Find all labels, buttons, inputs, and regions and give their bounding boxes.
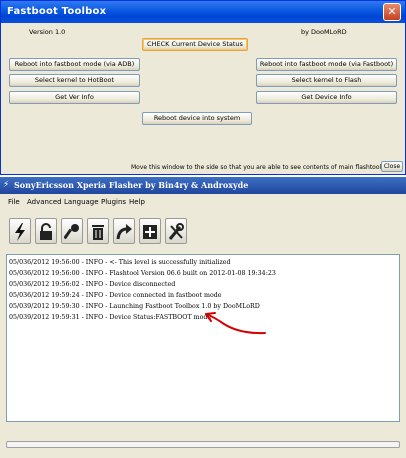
tools-button[interactable]: [165, 218, 187, 244]
menu-help[interactable]: Help: [129, 198, 145, 206]
trash-button[interactable]: [87, 218, 109, 244]
unlock-icon: [40, 223, 52, 240]
flash-app-icon: ⚡: [3, 180, 10, 190]
log-line: 05/036/2012 19:59:24 - INFO - Device con…: [9, 292, 222, 299]
key-button[interactable]: [61, 218, 83, 244]
version-label: Version 1.0: [29, 28, 66, 36]
menu-language[interactable]: Language: [64, 198, 99, 206]
log-line: 05/036/2012 19:56:00 - INFO - Flashtool …: [9, 270, 276, 277]
fastboot-toolbox-window: Fastboot Toolbox ✕ Version 1.0 by DooMLo…: [0, 0, 406, 175]
trash-icon: [92, 225, 104, 240]
get-ver-info-button[interactable]: Get Ver Info: [9, 91, 140, 104]
plus-icon: [143, 225, 157, 239]
flash-button[interactable]: [9, 218, 31, 244]
toolbox-title: Fastboot Toolbox: [7, 6, 107, 17]
check-status-button[interactable]: CHECK Current Device Status: [142, 38, 248, 51]
titlebar-close-icon[interactable]: ✕: [383, 3, 401, 21]
progress-bar: [6, 441, 400, 448]
menu-file[interactable]: File: [8, 198, 20, 206]
log-line: 05/036/2012 19:56:00 - INFO - <- This le…: [9, 259, 231, 266]
toolbox-titlebar[interactable]: Fastboot Toolbox ✕: [1, 1, 405, 23]
menu-plugins[interactable]: Plugins: [101, 198, 126, 206]
close-button[interactable]: Close: [381, 161, 403, 172]
menubar: File Advanced Language Plugins Help: [0, 195, 406, 209]
select-kernel-flash-button[interactable]: Select kernel to Flash: [256, 74, 397, 87]
reboot-system-button[interactable]: Reboot device into system: [142, 112, 252, 125]
log-line: 05/039/2012 19:59:31 - INFO - Device Sta…: [9, 314, 212, 321]
log-line: 05/036/2012 19:56:02 - INFO - Device dis…: [9, 281, 176, 288]
select-kernel-hotboot-button[interactable]: Select kernel to HotBoot: [9, 74, 140, 87]
author-label: by DooMLoRD: [301, 28, 347, 36]
flasher-title: SonyEricsson Xperia Flasher by Bin4ry & …: [14, 180, 249, 190]
unlock-button[interactable]: [35, 218, 57, 244]
get-device-info-button[interactable]: Get Device Info: [256, 91, 397, 104]
tools-icon: [168, 223, 184, 240]
reboot-fastboot-adb-button[interactable]: Reboot into fastboot mode (via ADB): [9, 58, 140, 71]
key-icon: [64, 224, 79, 240]
redo-icon: [116, 224, 132, 240]
redo-button[interactable]: [113, 218, 135, 244]
hint-text: Move this window to the side so that you…: [131, 164, 395, 171]
flasher-titlebar[interactable]: ⚡ SonyEricsson Xperia Flasher by Bin4ry …: [0, 177, 406, 194]
red-arrow-annotation: [205, 312, 266, 335]
menu-advanced[interactable]: Advanced: [27, 198, 62, 206]
plus-button[interactable]: [139, 218, 161, 244]
reboot-fastboot-fastboot-button[interactable]: Reboot into fastboot mode (via Fastboot): [256, 58, 397, 71]
flash-icon: [15, 223, 25, 241]
